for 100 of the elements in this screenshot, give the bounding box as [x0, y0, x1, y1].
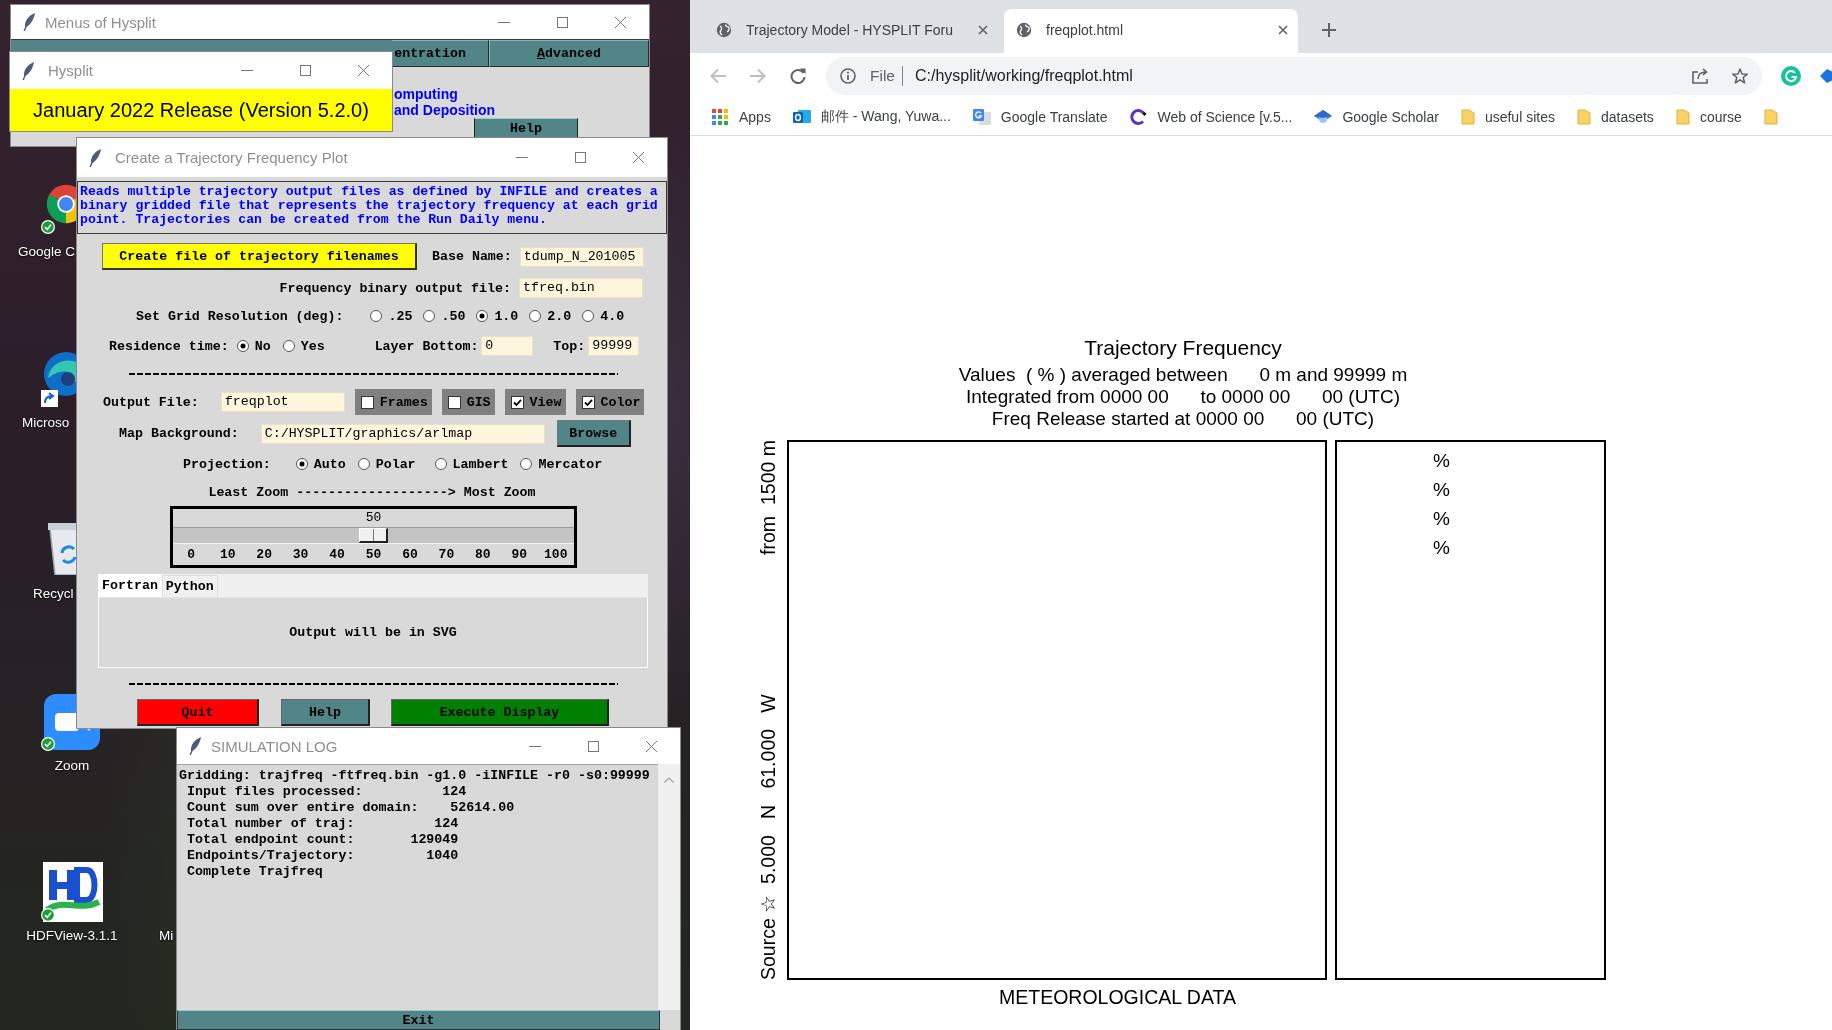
radio-option[interactable]: 4.0: [582, 308, 625, 324]
tick-label: 30: [292, 547, 309, 562]
bookmark[interactable]: Google Scholar: [1314, 109, 1439, 125]
radio-button[interactable]: [370, 310, 383, 322]
new-tab-icon[interactable]: [1322, 23, 1336, 37]
globe-icon: [716, 22, 732, 38]
close-icon[interactable]: [614, 16, 626, 28]
minimize-icon[interactable]: [498, 21, 510, 23]
bookmark[interactable]: course: [1675, 109, 1742, 125]
tick-label: 50: [365, 547, 382, 562]
close-icon[interactable]: [357, 65, 369, 76]
input-field[interactable]: C:/HYSPLIT/graphics/arlmap: [260, 423, 545, 444]
bookmark-star-icon[interactable]: [1732, 68, 1748, 84]
browser-tab[interactable]: Trajectory Model - HYSPLIT Foru: [704, 9, 998, 53]
legend-entry: %: [1433, 450, 1450, 471]
globe-icon: [1016, 22, 1032, 38]
chart-subtitle: Freq Release started at 0000 00 00 (UTC): [991, 408, 1375, 429]
radio-option[interactable]: Polar: [357, 456, 416, 472]
check-button[interactable]: GIS: [441, 389, 495, 415]
input-field[interactable]: 99999: [588, 336, 640, 356]
input-field[interactable]: tdump_N_201005: [519, 246, 644, 267]
radio-option[interactable]: Yes: [282, 338, 325, 354]
checkbox[interactable]: [360, 395, 374, 409]
radio-button[interactable]: [582, 310, 595, 322]
tick-label: 70: [438, 547, 455, 562]
maximize-icon[interactable]: [556, 16, 568, 28]
info-icon[interactable]: [840, 68, 856, 84]
notebook-tab[interactable]: Fortran: [98, 574, 162, 597]
chart-subtitle: Values ( % ) averaged between 0 m and 99999 m: [958, 364, 1408, 385]
radio-option[interactable]: Mercator: [520, 456, 603, 472]
close-icon[interactable]: [978, 25, 988, 35]
check-button[interactable]: Frames: [354, 389, 432, 415]
desktop-icon-label[interactable]: Recycl: [33, 585, 74, 602]
maximize-icon[interactable]: [574, 152, 586, 163]
axis-label: Source ☆ 5.000 N 61.000 W: [756, 694, 780, 980]
address-bar[interactable]: File C:/hysplit/working/freqplot.html: [826, 57, 1762, 95]
radio-button[interactable]: [476, 310, 489, 322]
desktop-icon-label[interactable]: Mi: [159, 927, 174, 944]
check-button[interactable]: Color: [575, 389, 645, 415]
radio-button[interactable]: [282, 340, 295, 352]
radio-option[interactable]: 1.0: [476, 308, 519, 324]
radio-button[interactable]: [295, 458, 308, 470]
minimize-icon[interactable]: [529, 745, 541, 747]
maximize-icon[interactable]: [587, 740, 599, 752]
radio-option[interactable]: Lambert: [434, 456, 509, 472]
radio-button[interactable]: [434, 458, 447, 470]
zoom-slider-track[interactable]: [173, 527, 574, 544]
bookmark[interactable]: datasets: [1576, 109, 1654, 125]
exit-button[interactable]: Exit: [177, 1010, 660, 1030]
bookmark[interactable]: Web of Science [v.5...: [1129, 109, 1293, 125]
close-icon[interactable]: [632, 152, 644, 163]
share-icon[interactable]: [1692, 68, 1710, 84]
log-line: Count sum over entire domain: 52614.00: [185, 800, 515, 816]
input-field[interactable]: tfreq.bin: [519, 278, 643, 298]
command-button[interactable]: Quit: [137, 699, 259, 726]
desktop-icon-label[interactable]: HDFView-3.1.1: [12, 927, 132, 944]
maximize-icon[interactable]: [299, 65, 311, 76]
command-button[interactable]: Execute Display: [391, 699, 609, 726]
radio-button[interactable]: [423, 310, 436, 322]
command-button[interactable]: Help: [281, 699, 370, 726]
input-field[interactable]: freqplot: [220, 392, 345, 412]
bookmark[interactable]: useful sites: [1460, 109, 1555, 125]
bookmark[interactable]: Apps: [711, 109, 771, 125]
radio-option[interactable]: Auto: [295, 456, 346, 472]
reload-icon[interactable]: [790, 68, 806, 84]
browser-tab[interactable]: freqplot.html: [1004, 9, 1298, 53]
desktop-icon-label[interactable]: Google C: [18, 243, 76, 260]
notebook-tab[interactable]: Python: [161, 575, 218, 597]
desktop-icon-label[interactable]: Microso: [22, 414, 70, 431]
desktop-icon-label[interactable]: Zoom: [22, 757, 122, 774]
check-button[interactable]: View: [504, 389, 566, 415]
radio-option[interactable]: .25: [370, 308, 413, 324]
radio-option[interactable]: 2.0: [529, 308, 572, 324]
close-icon[interactable]: [645, 740, 657, 752]
radio-button[interactable]: [529, 310, 542, 322]
radio-button[interactable]: [520, 458, 533, 470]
help-button[interactable]: Help: [474, 118, 578, 138]
create-filenames-button[interactable]: Create file of trajectory filenames: [102, 243, 417, 270]
checkbox[interactable]: [510, 395, 524, 409]
menu-button[interactable]: Advanced: [489, 40, 649, 67]
radio-button[interactable]: [357, 458, 370, 470]
checkbox[interactable]: [447, 395, 461, 409]
radio-option[interactable]: No: [236, 338, 271, 354]
browse-button[interactable]: Browse: [556, 420, 631, 447]
slider-thumb[interactable]: [359, 528, 388, 543]
url-text[interactable]: C:/hysplit/working/freqplot.html: [915, 67, 1133, 85]
tick-label: 100: [544, 547, 568, 562]
bookmark[interactable]: 邮件 - Wang, Yuwa...: [792, 108, 951, 126]
input-field[interactable]: 0: [481, 336, 534, 356]
log-line: Endpoints/Trajectory: 1040: [185, 848, 459, 864]
window-title: SIMULATION LOG: [211, 737, 338, 755]
bookmark[interactable]: Google Translate: [972, 109, 1108, 125]
close-icon[interactable]: [1278, 25, 1288, 35]
tile-logo-icon[interactable]: [43, 862, 103, 922]
radio-button[interactable]: [236, 340, 249, 352]
extension-icon[interactable]: [1819, 68, 1832, 84]
scrollbar[interactable]: [658, 764, 680, 1010]
radio-option[interactable]: .50: [423, 308, 466, 324]
tick-label: 20: [256, 547, 272, 562]
checkbox[interactable]: [581, 395, 595, 409]
